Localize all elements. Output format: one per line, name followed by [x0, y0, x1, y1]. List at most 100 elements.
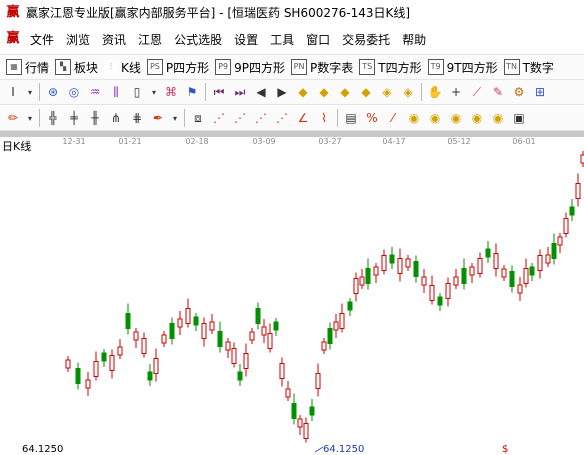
t-square-button[interactable]: TS T四方形 [359, 59, 422, 76]
candle-body [353, 278, 359, 294]
last-icon[interactable]: ⏭ [232, 84, 248, 100]
candle-icon[interactable]: ▯ [129, 84, 145, 100]
t9-square-label: 9T四方形 [446, 60, 498, 75]
fan3-tool-icon[interactable]: ⋰ [253, 110, 269, 126]
menu-gann[interactable]: 江恩 [132, 31, 168, 48]
candle-body [445, 283, 451, 299]
cursor-icon[interactable]: I [5, 84, 21, 100]
low-marker-arrow [314, 446, 324, 453]
circle-tool-icon[interactable]: ◉ [406, 110, 422, 126]
slash-tool-icon[interactable]: ⁄ [385, 110, 401, 126]
app-menu-icon[interactable]: 赢 [6, 32, 20, 46]
gann-fan-icon[interactable]: ◎ [66, 84, 82, 100]
diamond-right-icon[interactable]: ◆ [358, 84, 374, 100]
next-icon[interactable]: ▶ [274, 84, 290, 100]
diamond-down-icon[interactable]: ◆ [316, 84, 332, 100]
candle-body [469, 266, 475, 276]
grid-tool-icon[interactable]: ╫ [87, 110, 103, 126]
p-number-table-button[interactable]: PN P数字表 [291, 59, 353, 76]
drawing-toolbar: ✏ ▾ ╬ ╪ ╫ ⋔ ⋕ ✒ ▾ ⧈ ⋰ ⋰ ⋰ ⋰ ∠ ⌇ ▤ % ⁄ ◉ … [0, 106, 584, 131]
tn-icon: TN [503, 59, 520, 75]
date-tick-label: 06-01 [512, 137, 535, 146]
candle-body [509, 271, 515, 287]
trend-icon[interactable]: ⟋ [469, 84, 485, 100]
candle-body [133, 331, 139, 341]
quotes-button[interactable]: ▦ 行情 [6, 59, 49, 76]
blocks-icon: ▚ [55, 59, 72, 75]
date-tick-label: 04-17 [382, 137, 405, 146]
menu-trade[interactable]: 交易委托 [336, 31, 396, 48]
kline-button[interactable]: ⫶ K线 [104, 59, 141, 76]
wave-icon[interactable]: ♒ [87, 84, 103, 100]
candle-body [347, 301, 353, 311]
candle-body [359, 276, 365, 286]
candle-body [429, 285, 435, 301]
first-icon[interactable]: ⏮ [211, 84, 227, 100]
square-tool-icon[interactable]: ▣ [511, 110, 527, 126]
p-square-button[interactable]: PS P四方形 [146, 59, 209, 76]
flag-icon[interactable]: ⚑ [184, 84, 200, 100]
fan-tool-icon[interactable]: ⋰ [211, 110, 227, 126]
angle-tool-icon[interactable]: ∠ [295, 110, 311, 126]
menu-settings[interactable]: 设置 [228, 31, 264, 48]
rect-tool-icon[interactable]: ⧈ [190, 110, 206, 126]
overlay-icon[interactable]: ⌘ [163, 84, 179, 100]
fan4-tool-icon[interactable]: ⋰ [274, 110, 290, 126]
menu-formula-screen[interactable]: 公式选股 [168, 31, 228, 48]
candle-body [273, 321, 279, 331]
pen-tool-icon[interactable]: ✒ [150, 110, 166, 126]
fan2-tool-icon[interactable]: ⋰ [232, 110, 248, 126]
candle-body [267, 333, 273, 349]
cycle-icon[interactable]: ⊛ [45, 84, 61, 100]
diamond-zoom-out-icon[interactable]: ◈ [400, 84, 416, 100]
circle3-tool-icon[interactable]: ◉ [448, 110, 464, 126]
ladder-tool-icon[interactable]: ⋕ [129, 110, 145, 126]
candle-body [193, 316, 199, 326]
grid-icon[interactable]: ⊞ [532, 84, 548, 100]
dropdown-icon[interactable]: ▾ [26, 84, 34, 100]
kline-icon: ⫶ [104, 60, 119, 74]
date-axis: 12-31 01-21 02-18 03-09 03-27 04-17 05-12 06-01 [62, 137, 535, 146]
prev-icon[interactable]: ◀ [253, 84, 269, 100]
quotes-label: 行情 [25, 60, 50, 75]
t9-square-button[interactable]: T9 9T四方形 [427, 59, 498, 76]
hand-icon[interactable]: ✋ [427, 84, 443, 100]
fork-tool-icon[interactable]: ⋔ [108, 110, 124, 126]
candle-body [563, 218, 569, 234]
dropdown-icon[interactable]: ▾ [26, 110, 34, 126]
percent-tool-icon[interactable]: % [364, 110, 380, 126]
pencil-icon[interactable]: ✏ [5, 110, 21, 126]
toolbar-separator [205, 83, 206, 101]
circle5-tool-icon[interactable]: ◉ [490, 110, 506, 126]
diamond-zoom-in-icon[interactable]: ◈ [379, 84, 395, 100]
dropdown-icon[interactable]: ▾ [171, 110, 179, 126]
crosshair-icon[interactable]: + [448, 84, 464, 100]
brush-icon[interactable]: ✎ [490, 84, 506, 100]
menu-help[interactable]: 帮助 [396, 31, 432, 48]
circle2-tool-icon[interactable]: ◉ [427, 110, 443, 126]
toolbar-separator [421, 83, 422, 101]
menu-tools[interactable]: 工具 [264, 31, 300, 48]
channel-tool-icon[interactable]: ╪ [66, 110, 82, 126]
dropdown-icon[interactable]: ▾ [150, 84, 158, 100]
t-number-button[interactable]: TN T数字 [503, 59, 554, 76]
kline-chart[interactable]: 12-31 01-21 02-18 03-09 03-27 04-17 05-12 06-01 [0, 131, 584, 455]
diamond-up-icon[interactable]: ◆ [295, 84, 311, 100]
palette-icon[interactable]: ⚙ [511, 84, 527, 100]
diamond-left-icon[interactable]: ◆ [337, 84, 353, 100]
candle-body [339, 313, 345, 329]
spiral-tool-icon[interactable]: ⌇ [316, 110, 332, 126]
menu-browse[interactable]: 浏览 [60, 31, 96, 48]
sectors-button[interactable]: ▚ 板块 [55, 59, 98, 76]
candlesticks [65, 151, 584, 443]
bars-icon[interactable]: ⫼ [108, 84, 124, 100]
menu-file[interactable]: 文件 [24, 31, 60, 48]
p9-square-button[interactable]: P9 9P四方形 [215, 59, 285, 76]
menu-news[interactable]: 资讯 [96, 31, 132, 48]
circle4-tool-icon[interactable]: ◉ [469, 110, 485, 126]
hline-tool-icon[interactable]: ╬ [45, 110, 61, 126]
candle-body [453, 276, 459, 286]
candle-body [315, 373, 321, 389]
menu-window[interactable]: 窗口 [300, 31, 336, 48]
table-tool-icon[interactable]: ▤ [343, 110, 359, 126]
